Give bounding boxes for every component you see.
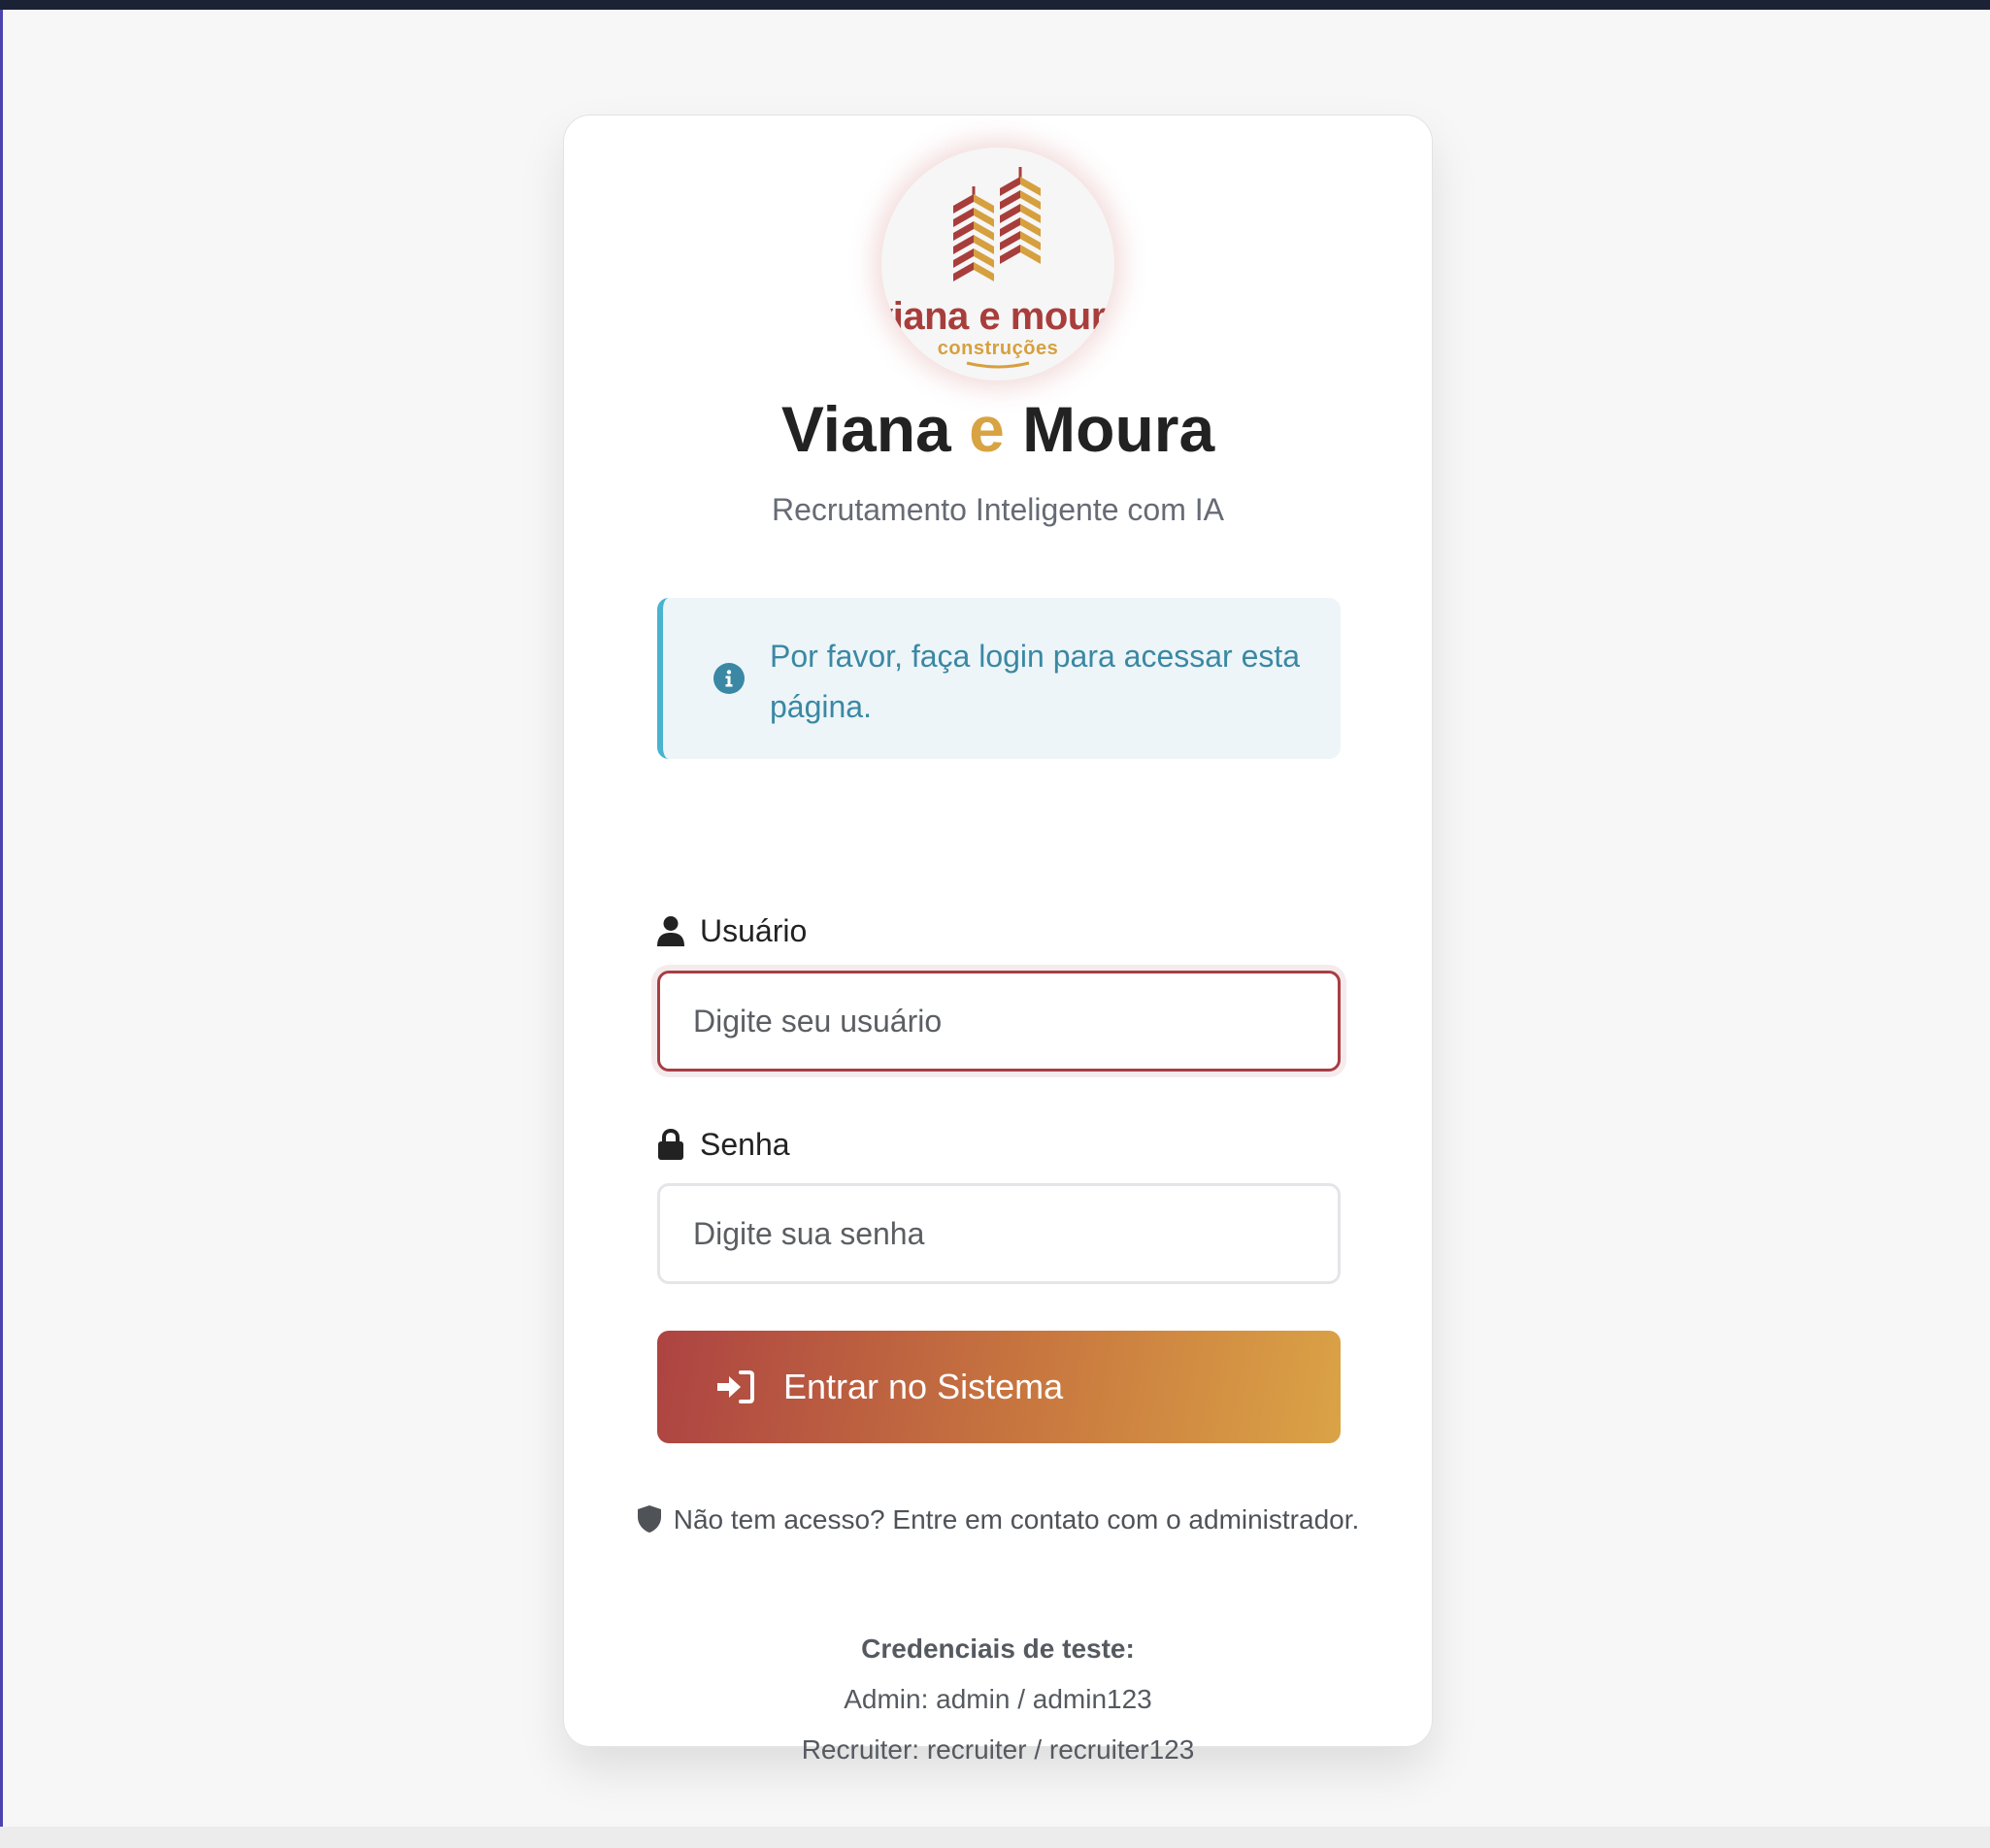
- user-icon: [657, 916, 684, 946]
- password-label-text: Senha: [700, 1127, 790, 1162]
- brand-title: Viana e Moura: [564, 392, 1432, 466]
- brand-subtitle: Recrutamento Inteligente com IA: [771, 492, 1224, 527]
- browser-top-bar: [0, 0, 1990, 10]
- access-help-text: Não tem acesso? Entre em contato com o a…: [564, 1496, 1432, 1544]
- company-logo: viana e moura construções: [881, 148, 1114, 380]
- window-left-edge: [0, 10, 3, 1848]
- logo-wordmark: viana e moura: [881, 295, 1114, 338]
- shield-icon: [637, 1505, 661, 1533]
- login-card: viana e moura construções Viana e Moura …: [563, 115, 1433, 1765]
- info-circle-icon: [713, 663, 745, 694]
- test-credentials-title: Credenciais de teste:: [861, 1634, 1135, 1664]
- brand-title-connector: e: [969, 393, 1005, 465]
- test-credentials: Credenciais de teste: Admin: admin / adm…: [564, 1624, 1432, 1775]
- window-bottom-strip: [0, 1827, 1990, 1848]
- username-label-text: Usuário: [700, 913, 808, 948]
- brand-title-part2: Moura: [1022, 393, 1215, 465]
- test-credentials-recruiter: Recruiter: recruiter / recruiter123: [801, 1734, 1195, 1765]
- login-submit-label: Entrar no Sistema: [783, 1367, 1064, 1406]
- username-input[interactable]: [657, 971, 1341, 1072]
- login-required-alert: Por favor, faça login para acessar esta …: [657, 598, 1341, 759]
- password-input[interactable]: [657, 1183, 1341, 1284]
- login-submit-button[interactable]: Entrar no Sistema: [657, 1331, 1341, 1443]
- logo-tagline: construções: [937, 338, 1059, 359]
- brand-title-part1: Viana: [780, 393, 951, 465]
- lock-icon: [658, 1129, 683, 1160]
- sign-in-icon: [717, 1370, 754, 1403]
- alert-message: Por favor, faça login para acessar esta …: [770, 639, 1301, 724]
- access-help-message: Não tem acesso? Entre em contato com o a…: [673, 1504, 1360, 1534]
- test-credentials-admin: Admin: admin / admin123: [844, 1684, 1152, 1714]
